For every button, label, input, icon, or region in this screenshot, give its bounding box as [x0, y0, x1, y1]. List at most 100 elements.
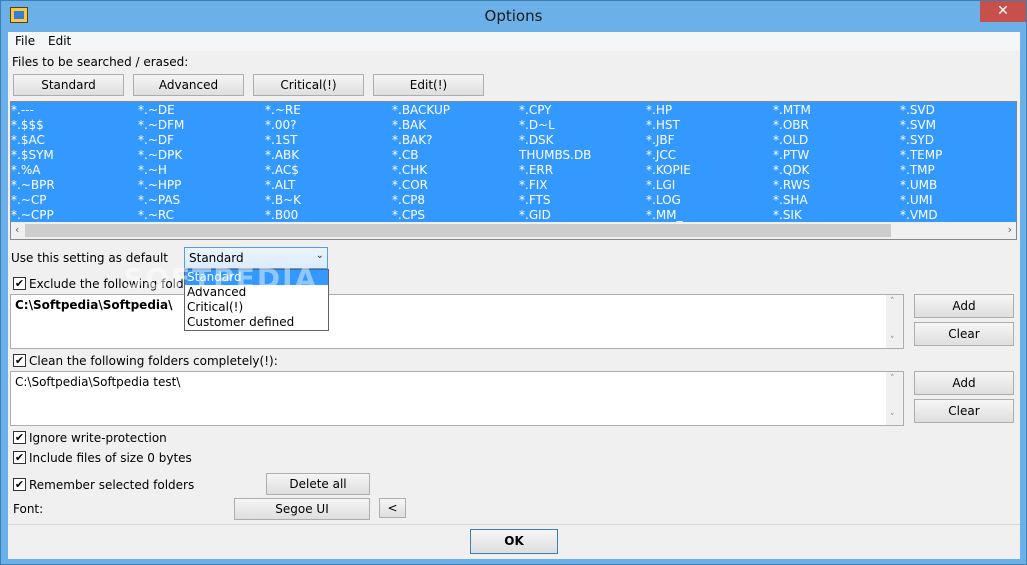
pattern-item[interactable]: *.$AC	[11, 133, 45, 147]
scroll-down-icon[interactable]: ˅	[890, 413, 895, 423]
edit-button[interactable]: Edit(!)	[373, 74, 484, 96]
pattern-item[interactable]: *.B00	[265, 208, 298, 222]
pattern-item[interactable]: *.BAK	[392, 118, 426, 132]
chevron-down-icon[interactable]: ⌄	[316, 250, 324, 261]
pattern-item[interactable]: *.ABK	[265, 148, 299, 162]
ok-button[interactable]: OK	[470, 529, 558, 554]
font-back-button[interactable]: <	[379, 498, 406, 518]
pattern-item[interactable]: *.SYD	[900, 133, 934, 147]
clean-vertical-scrollbar[interactable]: ˄ ˅	[886, 372, 903, 425]
dropdown-option-critical[interactable]: Critical(!)	[185, 300, 328, 315]
exclude-clear-button[interactable]: Clear	[914, 322, 1014, 346]
horizontal-scrollbar[interactable]: ‹ ›	[11, 222, 1016, 239]
ignore-write-protection-checkbox[interactable]: ✔	[13, 431, 26, 444]
close-button[interactable]: ✕	[980, 1, 1026, 22]
clean-clear-button[interactable]: Clear	[914, 399, 1014, 423]
pattern-item[interactable]: *.JBF	[646, 133, 675, 147]
pattern-item[interactable]: *.GID	[519, 208, 551, 222]
pattern-item[interactable]: *.AC$	[265, 163, 299, 177]
pattern-item[interactable]: *.QDK	[773, 163, 809, 177]
standard-button[interactable]: Standard	[13, 74, 124, 96]
pattern-item[interactable]: *.TMP	[900, 163, 935, 177]
pattern-item[interactable]: *.CPS	[392, 208, 425, 222]
pattern-item[interactable]: *.~DF	[138, 133, 174, 147]
dropdown-option-customer-defined[interactable]: Customer defined	[185, 315, 328, 330]
pattern-item[interactable]: *.$$$	[11, 118, 44, 132]
pattern-item[interactable]: *.B~K	[265, 193, 301, 207]
pattern-item[interactable]: *.D~L	[519, 118, 555, 132]
pattern-item[interactable]: *.MM_	[646, 208, 683, 222]
menu-file[interactable]: File	[15, 34, 35, 48]
pattern-item[interactable]: *.~CP	[11, 193, 46, 207]
pattern-item[interactable]: *.~PAS	[138, 193, 180, 207]
pattern-item[interactable]: *.~RE	[265, 103, 301, 117]
pattern-item[interactable]: *.~RC	[138, 208, 174, 222]
pattern-item[interactable]: *.HST	[646, 118, 680, 132]
pattern-item[interactable]: *.LGI	[646, 178, 675, 192]
scroll-right-icon[interactable]: ›	[1008, 223, 1012, 236]
pattern-item[interactable]: *.FTS	[519, 193, 550, 207]
critical-button[interactable]: Critical(!)	[253, 74, 364, 96]
pattern-item[interactable]: *.SVM	[900, 118, 936, 132]
file-pattern-list[interactable]: *.--- *.$$$ *.$AC *.$SYM *.%A *.~BPR *.~CP *.~C…	[10, 101, 1017, 240]
clean-checkbox[interactable]: ✔	[13, 354, 26, 367]
pattern-item[interactable]: *.VMD	[900, 208, 938, 222]
clean-folders-textbox[interactable]: C:\Softpedia\Softpedia test\ ˄ ˅	[10, 371, 904, 426]
pattern-item[interactable]: *.ERR	[519, 163, 553, 177]
pattern-item[interactable]: *.~DPK	[138, 148, 182, 162]
advanced-button[interactable]: Advanced	[133, 74, 244, 96]
pattern-item[interactable]: *.CP8	[392, 193, 425, 207]
pattern-item[interactable]: *.~CPP	[11, 208, 54, 222]
pattern-item[interactable]: *.DSK	[519, 133, 554, 147]
exclude-folders-textbox[interactable]: C:\Softpedia\Softpedia\ ˄ ˅	[10, 294, 904, 349]
pattern-item[interactable]: *.$SYM	[11, 148, 54, 162]
pattern-item[interactable]: *.~BPR	[11, 178, 55, 192]
font-select-button[interactable]: Segoe UI	[234, 498, 370, 520]
pattern-item[interactable]: *.~H	[138, 163, 167, 177]
delete-all-button[interactable]: Delete all	[266, 473, 370, 495]
pattern-item[interactable]: *.~DFM	[138, 118, 184, 132]
pattern-item[interactable]: *.PTW	[773, 148, 809, 162]
include-zero-size-checkbox[interactable]: ✔	[13, 451, 26, 464]
scroll-thumb[interactable]	[25, 224, 891, 237]
pattern-item[interactable]: *.HP	[646, 103, 672, 117]
exclude-add-button[interactable]: Add	[914, 294, 1014, 318]
menu-edit[interactable]: Edit	[48, 34, 71, 48]
scroll-up-icon[interactable]: ˄	[890, 374, 895, 384]
pattern-item[interactable]: *.00?	[265, 118, 296, 132]
exclude-vertical-scrollbar[interactable]: ˄ ˅	[886, 295, 903, 348]
pattern-item[interactable]: *.OLD	[773, 133, 808, 147]
pattern-item[interactable]: *.COR	[392, 178, 428, 192]
clean-add-button[interactable]: Add	[914, 371, 1014, 395]
pattern-item[interactable]: THUMBS.DB	[519, 148, 591, 162]
scroll-left-icon[interactable]: ‹	[15, 223, 19, 236]
pattern-item[interactable]: *.UMI	[900, 193, 933, 207]
pattern-item[interactable]: *.KOPIE	[646, 163, 691, 177]
scroll-down-icon[interactable]: ˅	[890, 336, 895, 346]
pattern-item[interactable]: *.~HPP	[138, 178, 181, 192]
pattern-item[interactable]: *.FIX	[519, 178, 547, 192]
scroll-up-icon[interactable]: ˄	[890, 297, 895, 307]
pattern-item[interactable]: *.BACKUP	[392, 103, 450, 117]
pattern-item[interactable]: *.---	[11, 103, 34, 117]
pattern-item[interactable]: *.OBR	[773, 118, 809, 132]
pattern-item[interactable]: *.LOG	[646, 193, 681, 207]
pattern-item[interactable]: *.CB	[392, 148, 418, 162]
pattern-item[interactable]: *.TEMP	[900, 148, 942, 162]
pattern-item[interactable]: *.BAK?	[392, 133, 433, 147]
pattern-item[interactable]: *.MTM	[773, 103, 811, 117]
title-bar[interactable]: Options ✕	[1, 1, 1026, 32]
exclude-checkbox[interactable]: ✔	[13, 277, 26, 290]
pattern-item[interactable]: *.1ST	[265, 133, 297, 147]
pattern-item[interactable]: *.UMB	[900, 178, 937, 192]
pattern-item[interactable]: *.%A	[11, 163, 40, 177]
pattern-item[interactable]: *.SVD	[900, 103, 935, 117]
pattern-item[interactable]: *.SHA	[773, 193, 808, 207]
pattern-item[interactable]: *.JCC	[646, 148, 676, 162]
pattern-item[interactable]: *.RWS	[773, 178, 810, 192]
pattern-item[interactable]: *.ALT	[265, 178, 295, 192]
pattern-item[interactable]: *.CPY	[519, 103, 552, 117]
pattern-item[interactable]: *.~DE	[138, 103, 175, 117]
pattern-item[interactable]: *.SIK	[773, 208, 802, 222]
pattern-item[interactable]: *.CHK	[392, 163, 427, 177]
